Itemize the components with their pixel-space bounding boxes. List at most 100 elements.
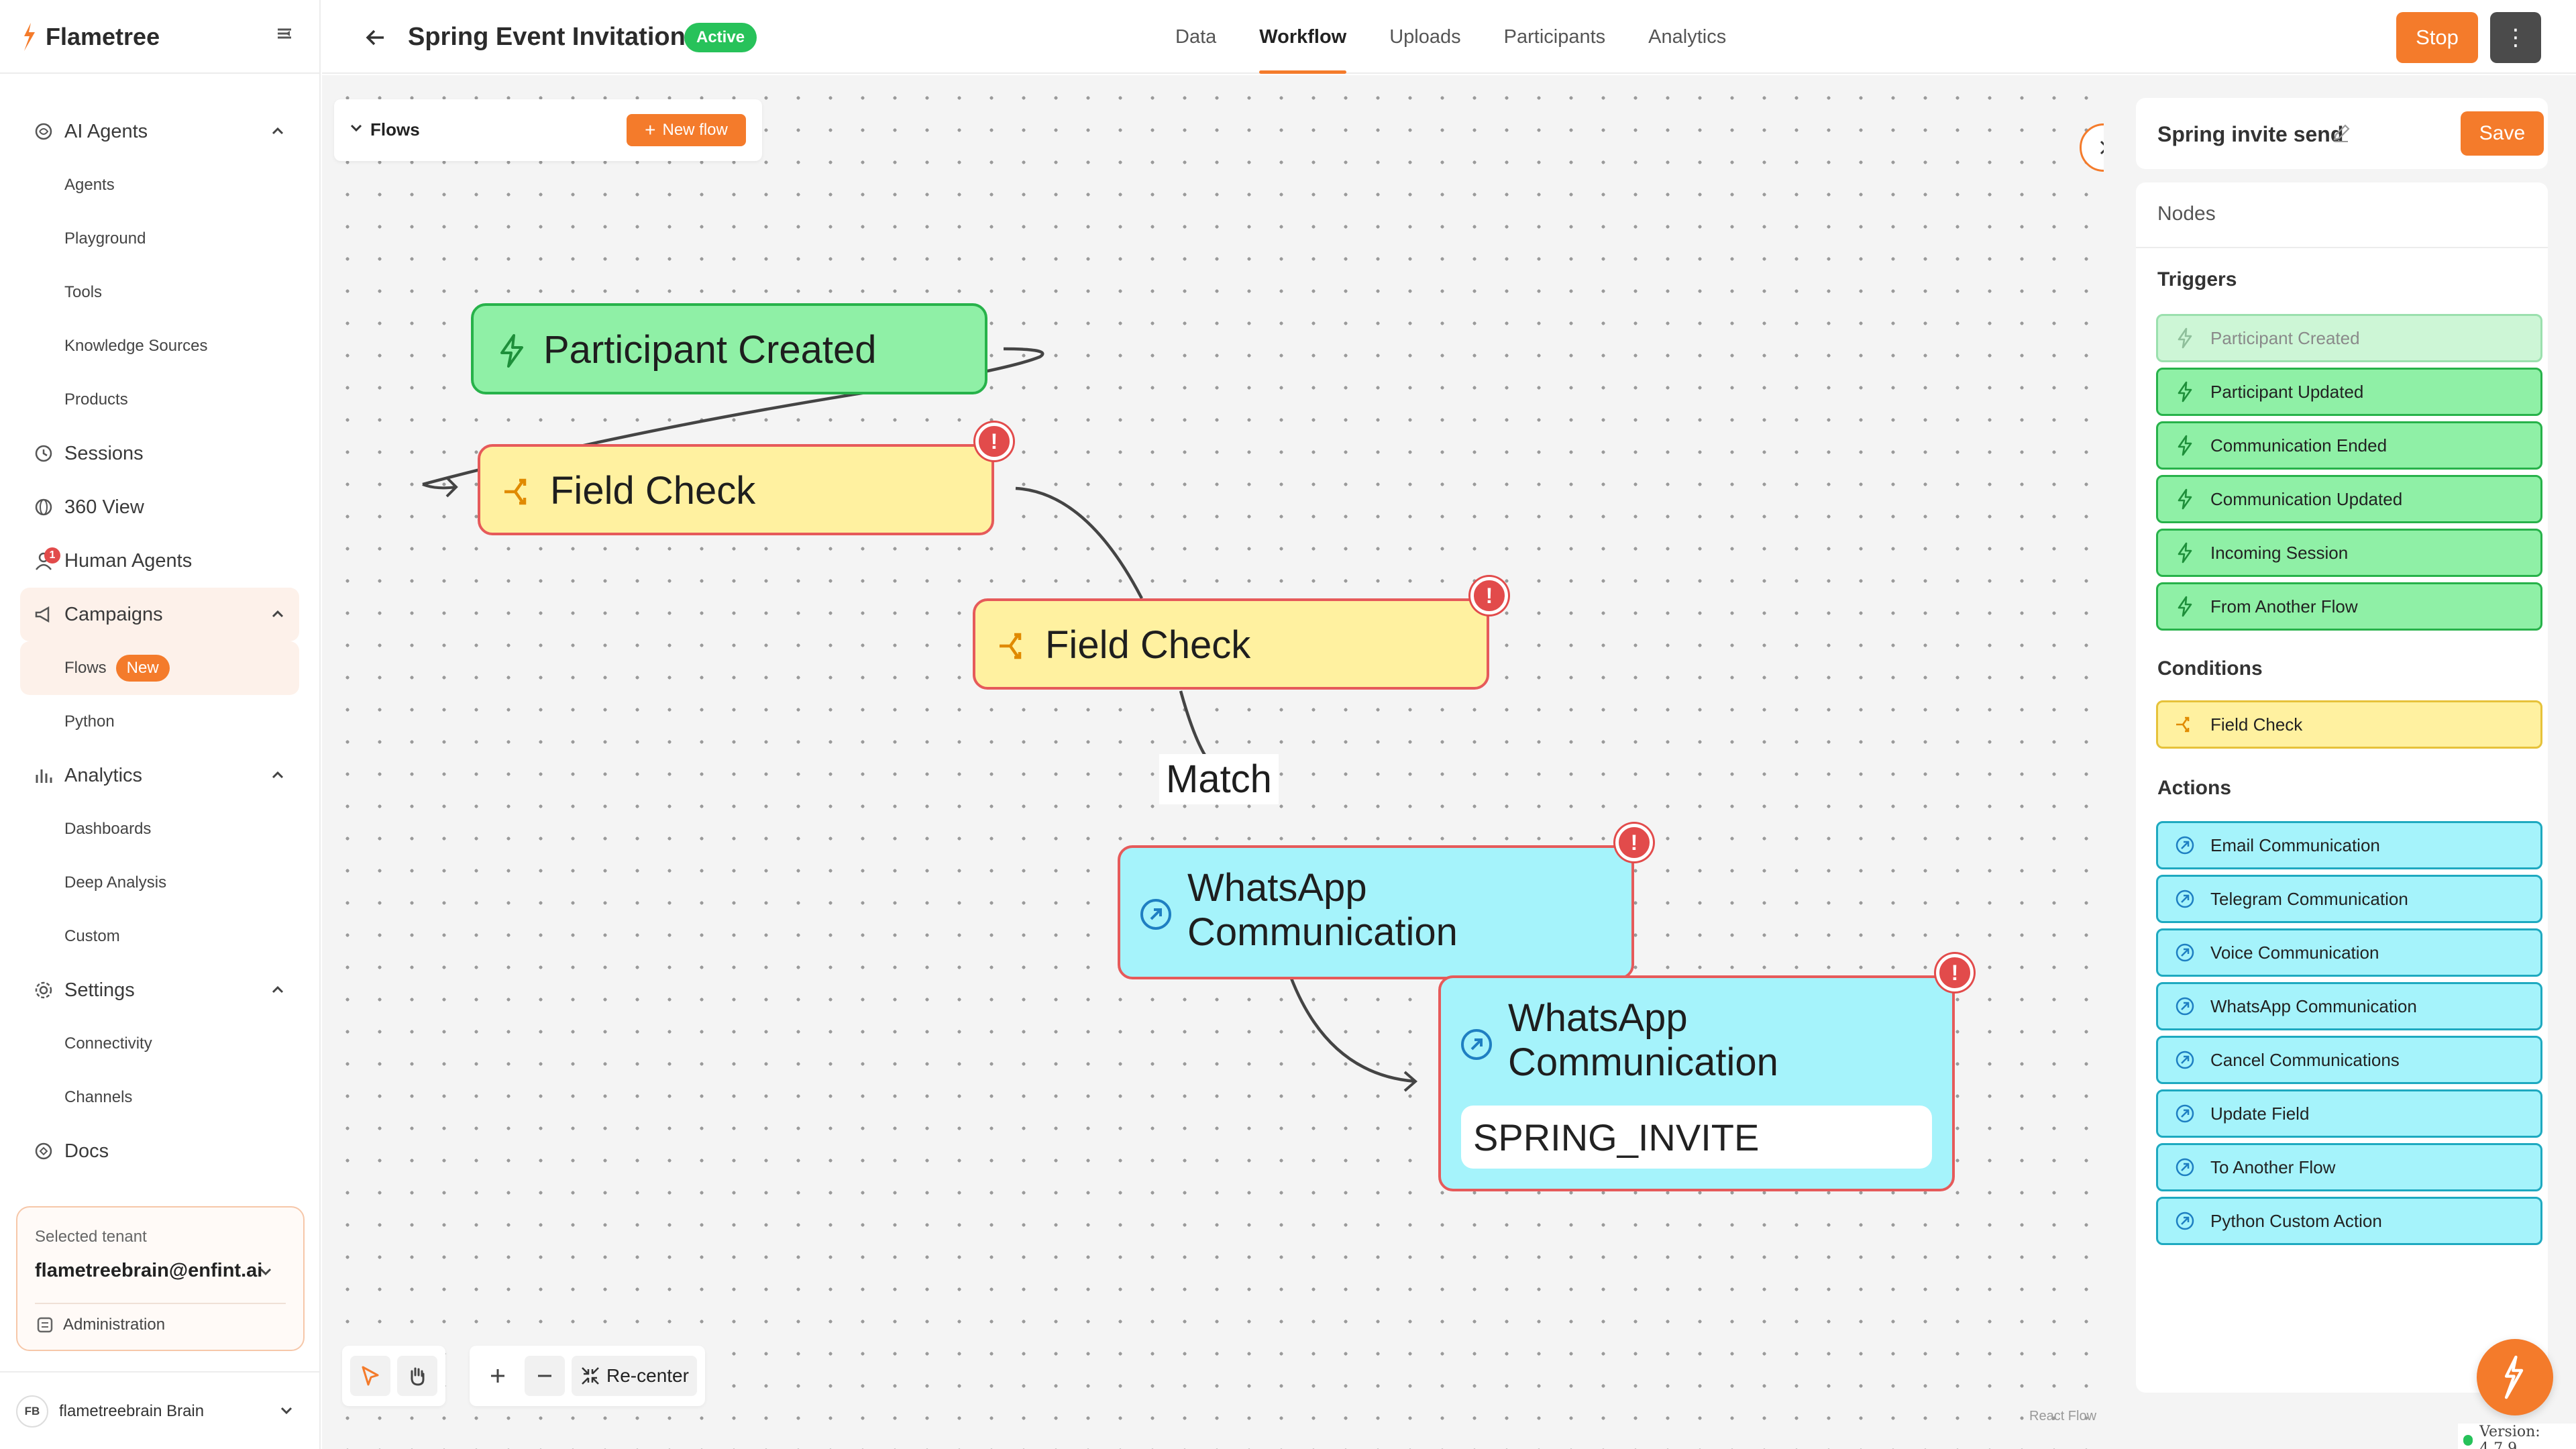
nav-dashboards[interactable]: Dashboards: [20, 802, 299, 856]
nav-sessions[interactable]: Sessions: [20, 427, 299, 480]
palette-cancel-communications[interactable]: Cancel Communications: [2156, 1036, 2542, 1084]
arrow-circle-icon: [2176, 836, 2194, 855]
nav-flows[interactable]: Flows New: [20, 641, 299, 695]
version-label: Version: 4.7.9: [2479, 1424, 2540, 1449]
chevron-down-icon[interactable]: [275, 1399, 298, 1422]
node-participant-created[interactable]: Participant Created: [471, 303, 987, 394]
tenant-selector[interactable]: Selected tenant flametreebrain@enfint.ai…: [16, 1206, 305, 1351]
save-button[interactable]: Save: [2461, 111, 2544, 156]
zoom-in-button[interactable]: [478, 1356, 518, 1396]
collapse-sidebar-button[interactable]: [271, 20, 298, 47]
palette-whatsapp-communication[interactable]: WhatsApp Communication: [2156, 982, 2542, 1030]
shrink-icon: [582, 1367, 599, 1385]
node-field-check-2[interactable]: Field Check !: [973, 577, 1508, 690]
palette-telegram-communication[interactable]: Telegram Communication: [2156, 875, 2542, 923]
zoom-out-button[interactable]: [525, 1356, 565, 1396]
nav-ai-agents-label: AI Agents: [64, 120, 148, 142]
tab-data[interactable]: Data: [1154, 0, 1238, 74]
recenter-button[interactable]: Re-center: [572, 1356, 697, 1396]
palette-label: From Another Flow: [2210, 596, 2358, 616]
palette-label: To Another Flow: [2210, 1157, 2336, 1177]
brand[interactable]: Flametree: [20, 20, 160, 54]
nav-products[interactable]: Products: [20, 373, 299, 427]
palette-incoming-session[interactable]: Incoming Session: [2156, 529, 2542, 577]
nav-campaigns-label: Campaigns: [64, 603, 163, 625]
palette-field-check[interactable]: Field Check: [2156, 700, 2542, 749]
pan-tool-button[interactable]: [397, 1356, 437, 1396]
error-icon[interactable]: !: [1936, 954, 1974, 991]
user-menu[interactable]: FB flametreebrain Brain: [16, 1393, 305, 1430]
nav-campaigns[interactable]: Campaigns: [20, 588, 299, 641]
palette-communication-updated[interactable]: Communication Updated: [2156, 475, 2542, 523]
chevron-down-icon[interactable]: [255, 1261, 276, 1283]
tab-participants[interactable]: Participants: [1483, 0, 1627, 74]
nav-docs[interactable]: Docs: [20, 1124, 299, 1178]
tab-analytics[interactable]: Analytics: [1627, 0, 1748, 74]
palette-to-another-flow[interactable]: To Another Flow: [2156, 1143, 2542, 1191]
nav-360-view[interactable]: 360 View: [20, 480, 299, 534]
error-icon[interactable]: !: [975, 423, 1013, 460]
palette-python-custom-action[interactable]: Python Custom Action: [2156, 1197, 2542, 1245]
node-label: Field Check: [1045, 623, 1251, 667]
error-icon[interactable]: !: [1615, 824, 1653, 861]
chevron-up-icon[interactable]: [266, 763, 290, 788]
node-label-line2: Communication: [1187, 910, 1458, 954]
nav-deep-analysis[interactable]: Deep Analysis: [20, 856, 299, 910]
admin-icon: [37, 1317, 53, 1333]
status-dot: [2463, 1435, 2473, 1446]
nav-custom[interactable]: Custom: [20, 910, 299, 963]
select-tool-button[interactable]: [350, 1356, 390, 1396]
palette-label: Update Field: [2210, 1103, 2310, 1124]
template-field[interactable]: SPRING_INVITE: [1461, 1106, 1932, 1169]
canvas-mode-toolbar: [342, 1346, 445, 1406]
nav-human-agents[interactable]: 1 Human Agents: [20, 534, 299, 588]
administration-link[interactable]: Administration: [35, 1315, 165, 1335]
tab-workflow[interactable]: Workflow: [1238, 0, 1368, 74]
node-field-check-1[interactable]: Field Check !: [478, 423, 1013, 535]
error-icon[interactable]: !: [1470, 577, 1508, 614]
nav-tools[interactable]: Tools: [20, 266, 299, 319]
chevron-up-icon[interactable]: [266, 119, 290, 144]
history-icon: [32, 442, 55, 465]
arrow-circle-icon: [2176, 943, 2194, 962]
nav-connectivity[interactable]: Connectivity: [20, 1017, 299, 1071]
nav-ai-agents[interactable]: AI Agents: [20, 105, 299, 158]
palette-email-communication[interactable]: Email Communication: [2156, 821, 2542, 869]
nav-python[interactable]: Python: [20, 695, 299, 749]
node-whatsapp-communication-2[interactable]: WhatsApp Communication SPRING_INVITE !: [1438, 954, 1974, 1191]
workflow-canvas[interactable]: Flows + New flow Participant Created Fie…: [322, 75, 2104, 1449]
palette-participant-updated[interactable]: Participant Updated: [2156, 368, 2542, 416]
branch-icon: [2176, 716, 2190, 733]
nav-analytics[interactable]: Analytics: [20, 749, 299, 802]
flame-logo-icon: [2504, 1355, 2524, 1399]
arrow-circle-icon: [2176, 997, 2194, 1016]
palette-participant-created[interactable]: Participant Created: [2156, 314, 2542, 362]
palette-update-field[interactable]: Update Field: [2156, 1089, 2542, 1138]
pencil-icon[interactable]: [2330, 122, 2352, 144]
stop-button[interactable]: Stop: [2396, 12, 2478, 63]
sidebar: Flametree AI Agents Agents Playground To…: [0, 0, 321, 1449]
arrow-circle-icon: [2176, 1051, 2194, 1069]
lightning-icon: [2178, 488, 2192, 510]
palette-voice-communication[interactable]: Voice Communication: [2156, 928, 2542, 977]
chevron-up-icon[interactable]: [266, 978, 290, 1002]
tab-uploads[interactable]: Uploads: [1368, 0, 1482, 74]
nav-channels[interactable]: Channels: [20, 1071, 299, 1124]
flow-name: Spring invite send: [2157, 122, 2344, 146]
back-arrow-icon[interactable]: [361, 23, 390, 52]
chevron-up-icon[interactable]: [266, 602, 290, 627]
nav-settings[interactable]: Settings: [20, 963, 299, 1017]
tenant-value: flametreebrain@enfint.ai: [35, 1260, 263, 1281]
lightning-icon: [2178, 435, 2192, 456]
palette-from-another-flow[interactable]: From Another Flow: [2156, 582, 2542, 631]
react-flow-attribution[interactable]: React Flow: [2029, 1409, 2096, 1424]
status-badge: Active: [684, 23, 757, 52]
palette-communication-ended[interactable]: Communication Ended: [2156, 421, 2542, 470]
support-chat-button[interactable]: [2477, 1339, 2553, 1415]
more-options-button[interactable]: ⋮: [2490, 12, 2541, 63]
nav-playground[interactable]: Playground: [20, 212, 299, 266]
minus-icon: [538, 1375, 551, 1377]
node-whatsapp-communication-1[interactable]: WhatsApp Communication !: [1118, 824, 1653, 979]
nav-knowledge-sources[interactable]: Knowledge Sources: [20, 319, 299, 373]
nav-agents[interactable]: Agents: [20, 158, 299, 212]
